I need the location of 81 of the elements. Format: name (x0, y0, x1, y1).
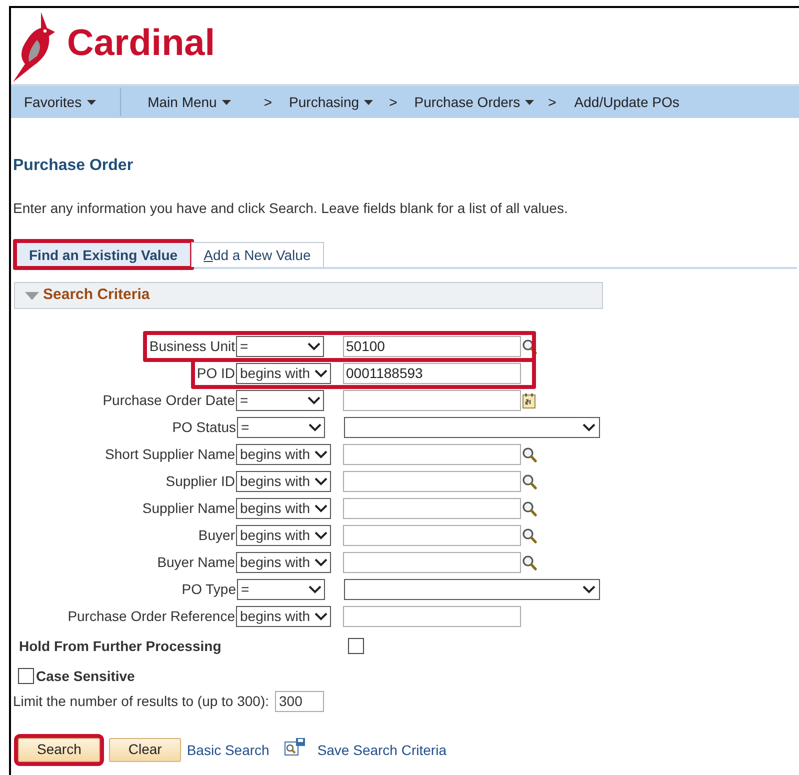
operator-dropdown[interactable]: begins with (236, 552, 332, 573)
chevron-icon (582, 423, 596, 432)
link[interactable]: Basic Search (186, 740, 270, 760)
calendar-icon[interactable] (522, 392, 536, 408)
nav-menu-item[interactable]: Purchasing (289, 92, 374, 112)
chevron-icon (314, 531, 328, 540)
value-input-field[interactable] (343, 606, 521, 627)
chevron-icon (314, 369, 328, 378)
search-icon[interactable] (522, 474, 536, 490)
value-input-field[interactable] (343, 552, 521, 573)
field-label: Business Unit (149, 337, 236, 356)
breadcrumb-separator: > (548, 92, 556, 112)
value-input-field[interactable]: 0001188593 (343, 363, 521, 384)
search-criteria-header[interactable]: Search Criteria (14, 282, 603, 309)
chevron-icon (314, 477, 328, 486)
chevron-icon (314, 612, 328, 621)
chevron-icon (308, 585, 322, 594)
tab[interactable]: Add a New Value (190, 242, 324, 267)
checkbox[interactable] (18, 668, 34, 684)
chevron-icon (307, 342, 321, 351)
operator-dropdown[interactable]: begins with (236, 606, 332, 627)
instructions-text: Enter any information you have and click Search. Leave fields blank for a list of all values. (13, 199, 569, 218)
checkbox-label: Case Sensitive (36, 666, 135, 686)
value-input-field[interactable]: 50100 (343, 336, 521, 357)
operator-dropdown[interactable]: = (237, 579, 325, 600)
field-label: PO Status (172, 418, 237, 437)
search-icon[interactable] (522, 500, 536, 516)
checkbox[interactable] (348, 638, 364, 654)
tab[interactable]: Find an Existing Value (16, 242, 191, 267)
caret-icon (525, 100, 534, 104)
nav-menu-item[interactable]: Favorites (24, 92, 96, 112)
chevron-icon (314, 558, 328, 567)
nav-menu-item[interactable]: Purchase Orders (414, 92, 534, 112)
field-label: Buyer (198, 526, 236, 545)
field-label: Supplier Name (142, 499, 236, 518)
link[interactable]: Save Search Criteria (317, 740, 446, 760)
field-label: Short Supplier Name (105, 445, 236, 464)
limit-label: Limit the number of results to (up to 300): (13, 692, 270, 711)
save-search-icon[interactable] (284, 737, 306, 757)
chevron-icon (314, 504, 328, 513)
caret-icon (222, 100, 231, 104)
operator-dropdown[interactable]: begins with (236, 444, 332, 465)
field-label: Purchase Order Reference (68, 607, 236, 626)
chevron-icon (582, 585, 596, 594)
field-label: Supplier ID (166, 472, 236, 491)
breadcrumb-separator: > (264, 92, 272, 112)
operator-dropdown[interactable]: begins with (236, 471, 332, 492)
search-icon[interactable] (522, 446, 536, 462)
checkbox-label: Hold From Further Processing (18, 636, 222, 656)
page-title: Purchase Order (13, 156, 134, 176)
value-input-field[interactable] (343, 444, 521, 465)
field-label: PO Type (182, 580, 237, 599)
operator-dropdown[interactable]: = (236, 390, 324, 411)
nav-menu-item[interactable]: Add/Update POs (574, 92, 680, 112)
value-input-field[interactable] (343, 390, 521, 411)
operator-dropdown[interactable]: begins with (236, 363, 332, 384)
chevron-icon (314, 450, 328, 459)
clear-button[interactable]: Clear (109, 738, 181, 762)
field-label: PO ID (196, 364, 236, 383)
operator-dropdown[interactable]: begins with (236, 498, 332, 519)
operator-dropdown[interactable]: begins with (236, 525, 332, 546)
limit-input-field[interactable]: 300 (275, 690, 324, 712)
logo-text: Cardinal (67, 24, 216, 61)
caret-icon (364, 100, 374, 104)
chevron-icon (307, 396, 321, 405)
value-dropdown[interactable] (344, 579, 600, 600)
value-input-field[interactable] (343, 525, 521, 546)
search-icon[interactable] (522, 338, 536, 354)
breadcrumb-separator: > (389, 92, 398, 112)
search-icon[interactable] (522, 528, 536, 544)
operator-dropdown[interactable]: = (236, 336, 324, 357)
caret-icon (86, 100, 96, 104)
value-dropdown[interactable] (344, 417, 600, 438)
field-label: Buyer Name (157, 553, 236, 572)
value-input-field[interactable] (343, 498, 521, 519)
field-label: Purchase Order Date (102, 391, 236, 410)
search-icon[interactable] (522, 554, 536, 570)
value-input-field[interactable] (343, 471, 521, 492)
nav-menu-item[interactable]: Main Menu (148, 92, 231, 112)
chevron-icon (308, 423, 322, 432)
operator-dropdown[interactable]: = (237, 417, 325, 438)
